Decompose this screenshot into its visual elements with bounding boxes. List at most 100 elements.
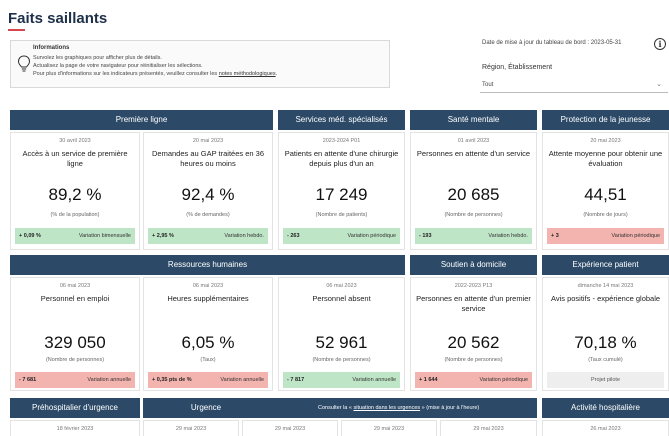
section-prehospitalier: Préhospitalier d'urgence [10, 398, 140, 418]
kpi-date: 06 mai 2023 [59, 283, 91, 289]
kpi-date: 06 mai 2023 [192, 283, 224, 289]
kpi-unit: (Nombre de patients) [315, 212, 368, 218]
kpi-date: 29 mai 2023 [274, 426, 306, 432]
section-soutien-domicile: Soutien à domicile [410, 255, 537, 275]
kpi-label: Attente moyenne pour obtenir une évaluat… [548, 149, 663, 168]
kpi-date: 2023-2024 P01 [322, 138, 361, 144]
filter-value: Tout [482, 82, 494, 88]
kpi-card-demandes-gap[interactable]: 20 mai 2023 Demandes au GAP traitées en … [143, 132, 273, 250]
info-icon[interactable]: i [654, 38, 666, 50]
kpi-card-personnel-absent[interactable]: 06 mai 2023 Personnel absent 52 961 (Nom… [278, 277, 405, 391]
kpi-value: 17 249 [315, 185, 368, 204]
variation-badge: + 1 644 Variation périodique [415, 372, 532, 388]
kpi-unit: (Taux cumulé) [588, 357, 623, 363]
variation-label: Variation annuelle [87, 377, 131, 383]
kpi-card-urgence-3[interactable]: 29 mai 2023 [341, 420, 437, 436]
section-experience-patient: Expérience patient [542, 255, 669, 275]
kpi-unit: (Nombre de jours) [583, 212, 628, 218]
kpi-label: Personnel en emploi [40, 294, 110, 303]
variation-badge: + 0,35 pts de % Variation annuelle [148, 372, 268, 388]
kpi-value: 70,18 % [574, 333, 637, 352]
kpi-date: 29 mai 2023 [373, 426, 405, 432]
kpi-label: Heures supplémentaires [167, 294, 249, 303]
kpi-date: 30 avril 2023 [59, 138, 91, 144]
kpi-date: 26 mai 2023 [590, 426, 621, 432]
kpi-card-activite-hospitaliere[interactable]: 26 mai 2023 [542, 420, 669, 436]
kpi-card-personnel-emploi[interactable]: 06 mai 2023 Personnel en emploi 329 050 … [10, 277, 140, 391]
chevron-down-icon: ⌄ [656, 81, 662, 88]
variation-value: - 7 817 [287, 377, 305, 383]
kpi-card-heures-supplementaires[interactable]: 06 mai 2023 Heures supplémentaires 6,05 … [143, 277, 273, 391]
kpi-value: 20 685 [447, 185, 500, 204]
kpi-label: Demandes au GAP traitées en 36 heures ou… [151, 149, 264, 168]
variation-value: + 0,35 pts de % [152, 377, 192, 383]
kpi-value: 89,2 % [48, 185, 102, 204]
urgence-situation-link[interactable]: situation dans les urgences [353, 405, 420, 411]
variation-label: Variation annuelle [352, 377, 396, 383]
variation-label: Variation périodique [347, 233, 396, 239]
kpi-label: Personnes en attente d'un premier servic… [416, 294, 531, 313]
title-underline [8, 29, 25, 31]
variation-value: + 0,09 % [19, 233, 41, 239]
variation-badge: + 0,09 % Variation bimensuelle [15, 228, 135, 244]
urgence-link-prefix: Consulter la « [318, 405, 354, 411]
kpi-unit: (Taux) [200, 357, 216, 363]
kpi-label: Personnes en attente d'un service [416, 149, 531, 158]
kpi-value: 329 050 [44, 333, 106, 352]
section-services-med: Services méd. spécialisés [278, 110, 405, 130]
kpi-card-urgence-4[interactable]: 29 mai 2023 [440, 420, 537, 436]
section-ressources-humaines: Ressources humaines [10, 255, 405, 275]
variation-label: Variation annuelle [220, 377, 264, 383]
info-title: Informations [33, 45, 70, 51]
kpi-card-chirurgie-attente[interactable]: 2023-2024 P01 Patients en attente d'une … [278, 132, 405, 250]
methodology-notes-link[interactable]: notes méthodologiques [219, 71, 276, 77]
variation-badge: - 193 Variation hebdo. [415, 228, 532, 244]
section-urgence-title: Urgence [190, 403, 222, 412]
kpi-date: dimanche 14 mai 2023 [577, 283, 634, 289]
kpi-date: 2022-2023 P13 [454, 283, 493, 289]
variation-value: + 3 [551, 233, 559, 239]
variation-value: - 193 [419, 233, 432, 239]
filter-label: Région, Établissement [482, 64, 553, 71]
kpi-label: Patients en attente d'une chirurgie depu… [284, 149, 399, 168]
kpi-card-urgence-1[interactable]: 29 mai 2023 [143, 420, 239, 436]
kpi-card-avis-positifs[interactable]: dimanche 14 mai 2023 Avis positifs - exp… [542, 277, 669, 391]
kpi-card-sante-mentale-attente[interactable]: 01 avril 2023 Personnes en attente d'un … [410, 132, 537, 250]
region-filter-select[interactable]: Tout ⌄ [480, 79, 668, 93]
variation-value: + 2,95 % [152, 233, 174, 239]
info-line-2: Actualisez la page de votre navigateur p… [33, 63, 203, 69]
info-line-3-text: Pour plus d'informations sur les indicat… [33, 71, 218, 77]
kpi-date: 20 mai 2023 [192, 138, 224, 144]
kpi-card-urgence-2[interactable]: 29 mai 2023 [242, 420, 338, 436]
lightbulb-icon [17, 55, 31, 72]
kpi-value: 6,05 % [181, 333, 235, 352]
kpi-card-attente-evaluation[interactable]: 20 mai 2023 Attente moyenne pour obtenir… [542, 132, 669, 250]
kpi-value: 20 562 [447, 333, 500, 352]
variation-badge: - 263 Variation périodique [283, 228, 400, 244]
kpi-unit: (Nombre de personnes) [444, 212, 503, 218]
kpi-value: 44,51 [584, 185, 627, 204]
kpi-card-soutien-domicile-attente[interactable]: 2022-2023 P13 Personnes en attente d'un … [410, 277, 537, 391]
kpi-card-acces-premiere-ligne[interactable]: 30 avril 2023 Accès à un service de prem… [10, 132, 140, 250]
kpi-card-prehospitalier[interactable]: 18 février 2023 [10, 420, 140, 436]
variation-badge: + 2,95 % Variation hebdo. [148, 228, 268, 244]
kpi-date: 29 mai 2023 [473, 426, 504, 432]
page-title: Faits saillants [8, 10, 108, 27]
kpi-date: 29 mai 2023 [175, 426, 207, 432]
kpi-date: 20 mai 2023 [590, 138, 621, 144]
section-sante-mentale: Santé mentale [410, 110, 537, 130]
variation-badge: + 3 Variation périodique [547, 228, 664, 244]
kpi-label: Avis positifs - expérience globale [550, 294, 661, 303]
kpi-date: 01 avril 2023 [457, 138, 490, 144]
variation-value: + 1 644 [419, 377, 438, 383]
variation-label: Variation bimensuelle [78, 233, 131, 239]
variation-label: Variation hebdo. [224, 233, 264, 239]
info-line-1: Survolez les graphiques pour afficher pl… [33, 55, 162, 61]
update-date: Date de mise à jour du tableau de bord :… [482, 40, 622, 46]
kpi-unit: (% de la population) [50, 212, 100, 218]
variation-badge: - 7 681 Variation annuelle [15, 372, 135, 388]
urgence-link-line: Consulter la « situation dans les urgenc… [318, 405, 479, 411]
section-protection-jeunesse: Protection de la jeunesse [542, 110, 669, 130]
variation-value: - 263 [287, 233, 300, 239]
kpi-date: 06 mai 2023 [326, 283, 357, 289]
